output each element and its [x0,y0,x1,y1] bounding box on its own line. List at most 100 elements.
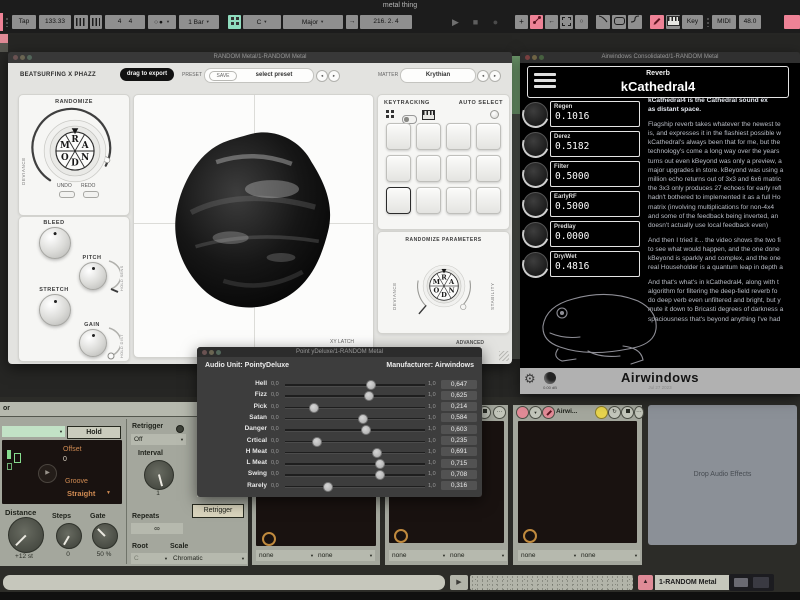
gain-knob[interactable] [79,329,107,357]
metronome-follow-button[interactable] [90,15,102,29]
retrigger-led[interactable] [176,425,184,433]
key-map-button[interactable]: Key [682,15,703,29]
slider-handle[interactable] [361,425,371,435]
slider-track[interactable] [285,418,425,420]
loop-button[interactable] [612,15,626,29]
bleed-knob[interactable] [39,227,71,259]
arp-style-dropdown[interactable] [2,426,65,437]
re-enable-automation-button[interactable] [545,15,558,29]
overload-indicator[interactable] [784,15,800,29]
slider-track[interactable] [285,486,425,488]
slider-track[interactable] [285,429,425,431]
metal-visualizer[interactable]: XY LATCH [133,94,374,358]
draw-mode-button[interactable] [650,15,664,29]
random-metal-titlebar[interactable]: RANDOM Metal/1-RANDOM Metal [8,52,512,63]
ramp-tool-button[interactable] [628,15,642,29]
kc-param-knob[interactable] [523,192,548,217]
slider-track[interactable] [285,407,425,409]
pad-3[interactable] [446,123,471,150]
preset-next-button[interactable]: ▸ [328,70,340,82]
keyboard-mode-icon[interactable] [422,110,435,120]
key-root-menu[interactable]: C [243,15,281,29]
slider-value[interactable]: 0,708 [441,470,477,479]
slider-track[interactable] [285,463,425,465]
stretch-knob[interactable] [39,294,71,326]
stop-button[interactable] [468,15,483,29]
pad-10[interactable] [416,187,441,214]
kc-param-knob[interactable] [523,132,548,157]
redo-button[interactable] [83,191,99,198]
undo-button[interactable] [59,191,75,198]
slider-handle[interactable] [323,482,333,492]
slider-track[interactable] [285,452,425,454]
matter-next-button[interactable]: ▸ [489,70,501,82]
preset-selector[interactable]: SAVE select preset [204,68,314,83]
slider-track[interactable] [285,441,425,443]
arp-display-screen[interactable]: Offset 0 Groove Straight [2,440,122,504]
follow-button[interactable] [346,15,358,29]
slider-value[interactable]: 0,647 [441,380,477,389]
kc-param-knob[interactable] [523,162,548,187]
slider-handle[interactable] [375,459,385,469]
kc-param-box[interactable]: Derez0.5182 [550,131,640,157]
pitch-arc[interactable] [106,259,120,293]
tempo-field[interactable]: 133.33 [39,15,71,29]
distance-value[interactable]: +12 st [2,553,46,560]
sidechain-dropdown[interactable]: none [447,550,507,561]
gain-arc[interactable] [106,326,120,360]
record-button[interactable] [488,15,503,29]
quantize-menu[interactable]: 1 Bar [179,15,219,29]
scale-dropdown[interactable]: Chromatic [170,553,247,564]
kc-param-box[interactable]: EarlyRF0.5000 [550,191,640,217]
retrigger-mode-dropdown[interactable]: Off [131,434,186,445]
pad-6[interactable] [416,155,441,182]
slider-value[interactable]: 0,603 [441,425,477,434]
count-in-menu[interactable] [148,15,176,29]
distance-knob[interactable] [8,517,44,553]
kc-param-knob[interactable] [523,102,548,127]
pad-7[interactable] [446,155,471,182]
reload-icon[interactable] [608,406,621,419]
root-dropdown[interactable]: C [131,553,170,564]
pitch-knob[interactable] [79,262,107,290]
automation-mode-button[interactable] [530,15,543,29]
circle-tool-button[interactable] [575,15,588,29]
slider-value[interactable]: 0,235 [441,436,477,445]
sidechain-dropdown[interactable]: none [578,550,640,561]
retrigger-button[interactable]: Retrigger [192,504,244,518]
slider-value[interactable]: 0,691 [441,447,477,456]
pad-4[interactable] [476,123,501,150]
sidechain-dropdown[interactable]: none [518,550,579,561]
slider-handle[interactable] [312,437,322,447]
hot-swap-hand-icon[interactable] [595,406,608,419]
resize-corner[interactable] [499,351,509,361]
pads-mode-icon[interactable] [386,110,394,118]
plugin-knob-indicator[interactable] [394,529,408,543]
slider-handle[interactable] [372,448,382,458]
slider-handle[interactable] [364,391,374,401]
plugin-knob-indicator[interactable] [523,529,537,543]
sidechain-dropdown[interactable]: none [389,550,448,561]
metronome-button[interactable] [74,15,88,29]
slider-value[interactable]: 0,316 [441,481,477,490]
drag-to-export-button[interactable]: drag to export [120,68,174,81]
more-options-icon[interactable] [493,406,506,419]
clip-play-button[interactable] [450,575,468,590]
arrangement-position-field[interactable]: 216. 2. 4 [360,15,412,29]
drop-audio-effects-zone[interactable]: Drop Audio Effects [648,405,797,545]
slider-value[interactable]: 0,715 [441,459,477,468]
kc-param-box[interactable]: Regen0.1016 [550,101,640,127]
time-signature-field[interactable]: 4 4 [105,15,145,29]
pointydeluxe-titlebar[interactable]: Point yDeluxe/1-RANDOM Metal [197,347,482,357]
computer-midi-keyboard-button[interactable] [666,15,680,29]
save-preset-icon[interactable] [621,406,634,419]
slider-track[interactable] [285,395,425,397]
add-track-button[interactable] [515,15,528,29]
repeats-value-box[interactable]: ∞ [131,523,183,534]
slider-handle[interactable] [366,380,376,390]
slider-value[interactable]: 0,625 [441,391,477,400]
toolbar-drag-handle[interactable] [5,17,10,27]
pad-12[interactable] [476,187,501,214]
pad-5[interactable] [386,155,411,182]
slider-track[interactable] [285,474,425,476]
